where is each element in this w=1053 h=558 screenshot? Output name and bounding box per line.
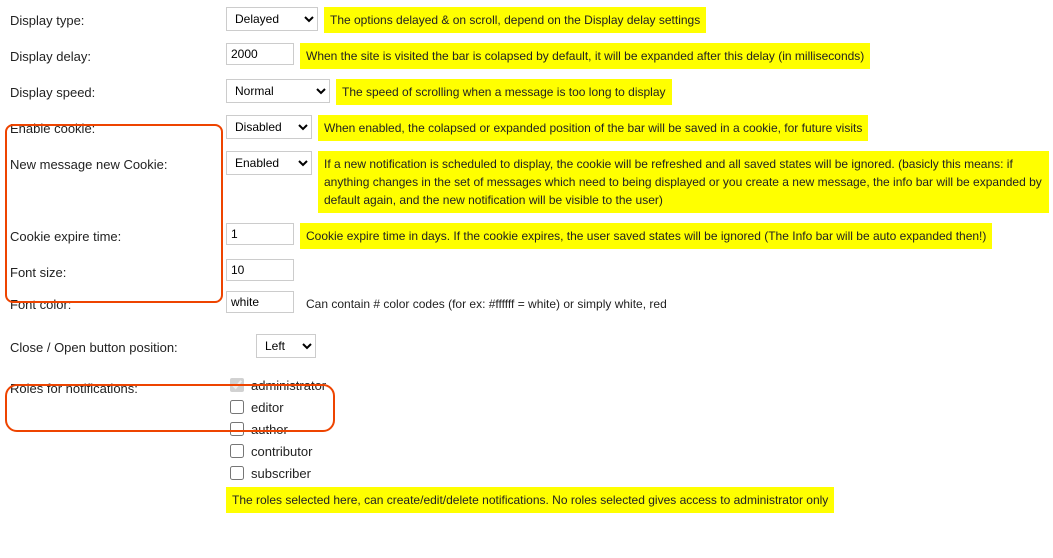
- role-item-editor[interactable]: editor: [226, 397, 326, 417]
- display-speed-hint: The speed of scrolling when a message is…: [336, 79, 672, 105]
- role-item-contributor[interactable]: contributor: [226, 441, 326, 461]
- role-checkbox-subscriber[interactable]: [230, 466, 244, 480]
- font-color-input[interactable]: [226, 291, 294, 313]
- enable-cookie-label: Enable cookie:: [4, 115, 226, 136]
- roles-hint: The roles selected here, can create/edit…: [226, 487, 834, 513]
- role-checkbox-contributor[interactable]: [230, 444, 244, 458]
- cookie-expire-hint: Cookie expire time in days. If the cooki…: [300, 223, 992, 249]
- font-size-label: Font size:: [4, 259, 226, 280]
- role-checkbox-editor[interactable]: [230, 400, 244, 414]
- font-color-label: Font color:: [4, 291, 226, 312]
- role-label: administrator: [251, 378, 326, 393]
- cookie-expire-input[interactable]: [226, 223, 294, 245]
- display-delay-label: Display delay:: [4, 43, 226, 64]
- role-label: contributor: [251, 444, 312, 459]
- enable-cookie-select[interactable]: Disabled: [226, 115, 312, 139]
- role-item-administrator[interactable]: administrator: [226, 375, 326, 395]
- display-speed-select[interactable]: Normal: [226, 79, 330, 103]
- font-color-hint: Can contain # color codes (for ex: #ffff…: [300, 291, 673, 317]
- new-msg-cookie-label: New message new Cookie:: [4, 151, 226, 172]
- display-type-select[interactable]: Delayed: [226, 7, 318, 31]
- role-item-subscriber[interactable]: subscriber: [226, 463, 326, 483]
- font-size-input[interactable]: [226, 259, 294, 281]
- roles-list: administrator editor author contributor …: [226, 375, 326, 483]
- display-type-hint: The options delayed & on scroll, depend …: [324, 7, 706, 33]
- display-type-label: Display type:: [4, 7, 226, 28]
- role-label: subscriber: [251, 466, 311, 481]
- display-delay-input[interactable]: [226, 43, 294, 65]
- new-msg-cookie-hint: If a new notification is scheduled to di…: [318, 151, 1049, 213]
- display-speed-label: Display speed:: [4, 79, 226, 100]
- close-open-pos-label: Close / Open button position:: [4, 334, 256, 355]
- enable-cookie-hint: When enabled, the colapsed or expanded p…: [318, 115, 868, 141]
- role-checkbox-administrator[interactable]: [230, 378, 244, 392]
- roles-label: Roles for notifications:: [4, 375, 226, 396]
- role-checkbox-author[interactable]: [230, 422, 244, 436]
- role-label: author: [251, 422, 288, 437]
- new-msg-cookie-select[interactable]: Enabled: [226, 151, 312, 175]
- role-item-author[interactable]: author: [226, 419, 326, 439]
- role-label: editor: [251, 400, 284, 415]
- close-open-pos-select[interactable]: Left: [256, 334, 316, 358]
- cookie-expire-label: Cookie expire time:: [4, 223, 226, 244]
- display-delay-hint: When the site is visited the bar is cola…: [300, 43, 870, 69]
